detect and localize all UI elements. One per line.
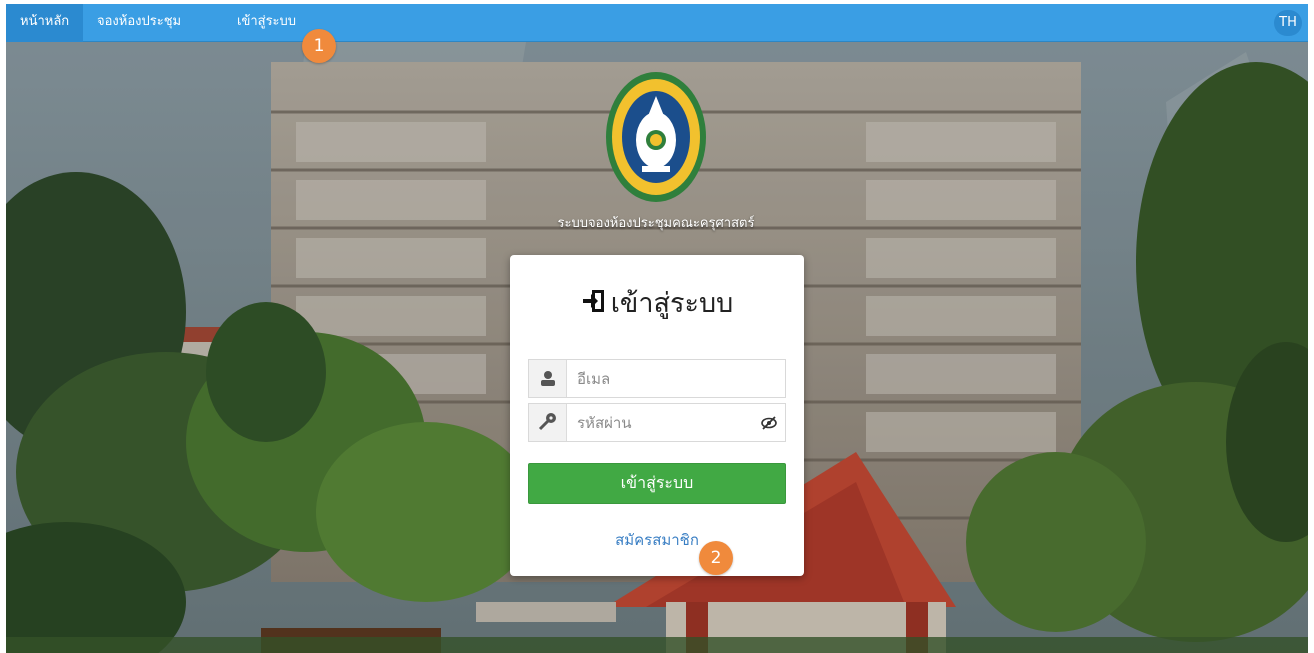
login-card: เข้าสู่ระบบ อีเมล เข้าสู่ระบบ สมัครสมาชิ… [510, 255, 804, 576]
register-link[interactable]: สมัครสมาชิก [510, 528, 804, 552]
login-button[interactable]: เข้าสู่ระบบ [528, 463, 786, 504]
top-navbar: หน้าหลัก จองห้องประชุม เข้าสู่ระบบ TH [6, 4, 1308, 42]
nav-login[interactable]: เข้าสู่ระบบ [223, 4, 310, 42]
language-switch[interactable]: TH [1274, 10, 1302, 36]
browser-viewport: หน้าหลัก จองห้องประชุม เข้าสู่ระบบ TH ระ… [6, 4, 1308, 653]
annotation-marker-1: 1 [302, 29, 336, 63]
login-heading: เข้าสู่ระบบ [510, 281, 804, 324]
email-input-group [528, 359, 786, 398]
password-input-group [528, 403, 786, 442]
key-icon [529, 404, 567, 441]
system-title: ระบบจองห้องประชุมคณะครุศาสตร์ [557, 216, 755, 231]
university-logo [604, 70, 708, 204]
nav-home[interactable]: หน้าหลัก [6, 4, 84, 42]
login-title-text: เข้าสู่ระบบ [610, 288, 734, 319]
sign-in-icon [581, 288, 607, 321]
password-field[interactable] [567, 404, 757, 441]
annotation-marker-2: 2 [699, 541, 733, 575]
nav-book-room[interactable]: จองห้องประชุม [83, 4, 195, 42]
user-icon [529, 360, 567, 397]
eye-slash-icon[interactable] [761, 415, 777, 431]
email-field[interactable] [567, 360, 785, 397]
